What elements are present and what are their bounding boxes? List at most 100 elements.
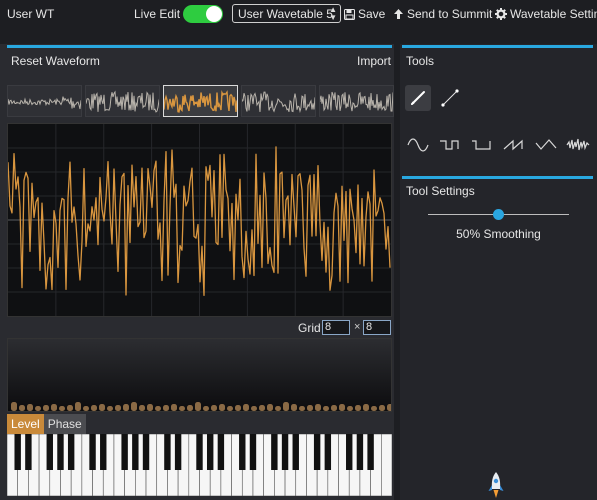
harmonic-bar[interactable] — [35, 406, 41, 411]
harmonic-bar[interactable] — [291, 404, 297, 411]
harmonic-bar[interactable] — [195, 402, 201, 411]
slider-thumb[interactable] — [493, 209, 504, 220]
harmonic-bar[interactable] — [307, 405, 313, 411]
black-key[interactable] — [281, 434, 289, 470]
harmonic-bar[interactable] — [171, 404, 177, 411]
save-button[interactable]: Save — [344, 7, 385, 21]
harmonic-bar[interactable] — [107, 406, 113, 411]
harmonic-bar[interactable] — [131, 402, 137, 411]
harmonic-bar[interactable] — [115, 405, 121, 411]
black-key[interactable] — [164, 434, 171, 470]
white-key[interactable] — [381, 434, 392, 496]
harmonic-bar[interactable] — [67, 405, 73, 411]
harmonic-bar[interactable] — [59, 406, 65, 411]
harmonic-bar[interactable] — [267, 404, 273, 411]
line-tool-button[interactable] — [437, 85, 463, 111]
harmonic-bar[interactable] — [123, 404, 129, 411]
harmonic-bar[interactable] — [251, 406, 257, 411]
black-key[interactable] — [67, 434, 75, 470]
wavetable-frame[interactable] — [319, 85, 394, 117]
harmonic-bar[interactable] — [99, 404, 105, 411]
harmonic-bar[interactable] — [275, 406, 281, 411]
piano-keyboard[interactable] — [7, 434, 392, 496]
harmonic-bar[interactable] — [379, 405, 385, 411]
waveform-canvas[interactable] — [7, 124, 391, 316]
reset-waveform-button[interactable]: Reset Waveform — [11, 54, 100, 68]
harmonics-canvas[interactable] — [8, 339, 391, 411]
pulse-shape-button[interactable] — [470, 136, 494, 154]
harmonic-bar[interactable] — [243, 404, 249, 411]
harmonics-editor[interactable] — [7, 338, 392, 412]
harmonic-bar[interactable] — [187, 405, 193, 411]
black-key[interactable] — [25, 434, 32, 470]
harmonic-bar[interactable] — [331, 405, 337, 411]
wavetable-settings-button[interactable]: Wavetable Settings — [495, 7, 597, 21]
tab-level[interactable]: Level — [7, 414, 44, 434]
harmonic-bar[interactable] — [83, 406, 89, 411]
harmonic-bar[interactable] — [227, 406, 233, 411]
harmonic-bar[interactable] — [339, 404, 345, 411]
harmonic-bar[interactable] — [155, 406, 161, 411]
sine-shape-button[interactable] — [406, 136, 430, 154]
black-key[interactable] — [206, 434, 214, 470]
black-key[interactable] — [346, 434, 353, 470]
wavetable-frame[interactable] — [85, 85, 160, 117]
black-key[interactable] — [356, 434, 364, 470]
harmonic-bar[interactable] — [315, 404, 321, 411]
black-key[interactable] — [239, 434, 246, 470]
harmonic-bar[interactable] — [203, 406, 209, 411]
harmonic-bar[interactable] — [179, 406, 185, 411]
harmonic-bar[interactable] — [259, 405, 265, 411]
black-key[interactable] — [249, 434, 257, 470]
square-shape-button[interactable] — [438, 136, 462, 154]
black-key[interactable] — [57, 434, 64, 470]
wavetable-frame[interactable] — [7, 85, 82, 117]
pencil-tool-button[interactable] — [405, 85, 431, 111]
piano-keys[interactable] — [7, 434, 392, 496]
noise-shape-button[interactable] — [566, 136, 590, 154]
black-key[interactable] — [142, 434, 150, 470]
smoothing-slider[interactable] — [428, 209, 569, 221]
harmonic-bar[interactable] — [235, 405, 241, 411]
wavetable-frame[interactable] — [241, 85, 316, 117]
black-key[interactable] — [121, 434, 128, 470]
black-key[interactable] — [89, 434, 96, 470]
black-key[interactable] — [196, 434, 203, 470]
harmonic-bar[interactable] — [283, 402, 289, 411]
harmonic-bar[interactable] — [163, 405, 169, 411]
black-key[interactable] — [292, 434, 299, 470]
import-button[interactable]: Import — [357, 54, 391, 68]
harmonic-bar[interactable] — [139, 405, 145, 411]
harmonic-bar[interactable] — [387, 404, 391, 411]
black-key[interactable] — [174, 434, 182, 470]
saw-shape-button[interactable] — [502, 136, 526, 154]
black-key[interactable] — [367, 434, 374, 470]
triangle-shape-button[interactable] — [534, 136, 558, 154]
harmonic-bar[interactable] — [299, 406, 305, 411]
harmonic-bar[interactable] — [19, 405, 25, 411]
wavetable-select[interactable]: User Wavetable 5 ▲ ▼ — [232, 4, 341, 23]
harmonic-bar[interactable] — [347, 406, 353, 411]
black-key[interactable] — [271, 434, 278, 470]
waveform-editor[interactable] — [7, 123, 392, 317]
harmonic-bar[interactable] — [323, 406, 329, 411]
harmonic-bar[interactable] — [91, 405, 97, 411]
harmonic-bar[interactable] — [75, 402, 81, 411]
black-key[interactable] — [313, 434, 321, 470]
black-key[interactable] — [217, 434, 225, 470]
black-key[interactable] — [324, 434, 332, 470]
harmonic-bar[interactable] — [219, 404, 225, 411]
harmonic-bar[interactable] — [211, 405, 217, 411]
black-key[interactable] — [100, 434, 107, 470]
harmonic-bar[interactable] — [11, 402, 17, 411]
grid-x-input[interactable]: 8 — [322, 320, 350, 335]
black-key[interactable] — [132, 434, 139, 470]
live-edit-toggle[interactable] — [183, 5, 223, 23]
tab-phase[interactable]: Phase — [43, 414, 86, 434]
wavetable-frame[interactable] — [163, 85, 238, 117]
harmonic-bar[interactable] — [371, 406, 377, 411]
harmonic-bar[interactable] — [147, 404, 153, 411]
harmonic-bar[interactable] — [355, 405, 361, 411]
harmonic-bar[interactable] — [43, 405, 49, 411]
harmonic-bar[interactable] — [27, 404, 33, 411]
